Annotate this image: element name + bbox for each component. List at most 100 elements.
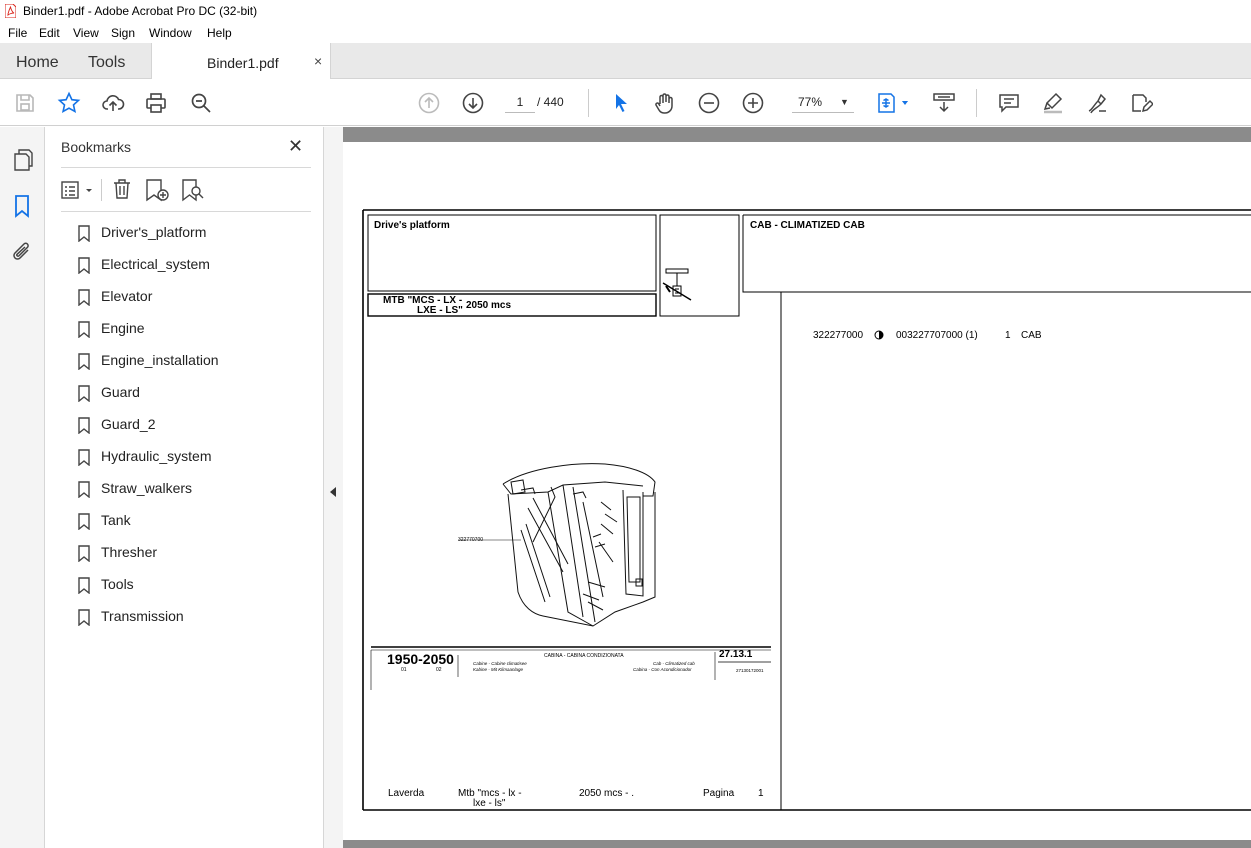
footer-code: 2050 mcs - . <box>579 788 635 799</box>
bookmark-item[interactable]: Electrical_system <box>78 254 308 278</box>
bookmark-label: Elevator <box>101 288 153 304</box>
part-desc: CAB <box>1021 330 1042 341</box>
bookmark-icon <box>78 449 90 466</box>
footer-model-2: lxe - ls" <box>473 798 506 809</box>
menu-sign[interactable]: Sign <box>111 26 135 40</box>
collapse-arrow-icon[interactable] <box>330 487 336 497</box>
delete-bookmark-icon[interactable] <box>112 178 132 200</box>
sign-icon[interactable] <box>1085 91 1109 115</box>
menu-view[interactable]: View <box>73 26 99 40</box>
titleblock-code: 27130172001 <box>736 668 764 673</box>
pdf-file-icon <box>5 4 16 18</box>
titleblock-sub-right-2: Cabina - Con Acondicionador <box>633 667 692 672</box>
bookmark-icon <box>78 321 90 338</box>
footer-page-num: 1 <box>758 788 764 799</box>
edit-icon[interactable] <box>1129 91 1155 115</box>
bookmarks-title: Bookmarks <box>61 139 132 155</box>
bookmark-label: Guard <box>101 384 140 400</box>
tab-document[interactable]: Binder1.pdf × <box>151 43 331 80</box>
page-down-icon[interactable] <box>461 91 485 115</box>
titleblock-num1: 01 <box>401 667 407 673</box>
new-bookmark-icon[interactable] <box>145 178 171 202</box>
menu-window[interactable]: Window <box>149 26 192 40</box>
zoom-out-icon[interactable] <box>697 91 721 115</box>
hand-icon[interactable] <box>653 91 677 115</box>
bookmark-options-icon[interactable] <box>61 180 95 200</box>
select-cursor-icon[interactable] <box>609 91 633 115</box>
model-line-2: LXE - LS" <box>417 305 463 316</box>
bookmark-icon <box>78 513 90 530</box>
part-ref: 322277000 <box>813 330 864 341</box>
bookmark-item[interactable]: Elevator <box>78 286 308 310</box>
chevron-down-icon: ▼ <box>840 97 849 107</box>
part-code: 003227707000 (1) <box>896 330 978 341</box>
bookmark-label: Tank <box>101 512 131 528</box>
panel-splitter[interactable] <box>324 127 343 848</box>
save-icon[interactable] <box>13 91 37 115</box>
titleblock-sub-left-2: Kabine - Mit Klimaanlage <box>473 667 524 672</box>
menu-file[interactable]: File <box>8 26 27 40</box>
zoom-in-icon[interactable] <box>741 91 765 115</box>
bookmark-item[interactable]: Tools <box>78 574 308 598</box>
tab-home[interactable]: Home <box>16 54 59 72</box>
page-up-icon[interactable] <box>417 91 441 115</box>
bookmark-icon <box>78 353 90 370</box>
bookmark-item[interactable]: Driver's_platform <box>78 222 308 246</box>
tab-tools[interactable]: Tools <box>88 54 125 72</box>
page-frame <box>362 209 1251 811</box>
document-viewport[interactable]: Drive's platform MTB "MCS - LX - LXE - L… <box>343 127 1251 848</box>
titleblock-num2: 02 <box>436 667 442 673</box>
page-number-input[interactable]: 1 <box>505 91 535 113</box>
bookmark-item[interactable]: Transmission <box>78 606 308 630</box>
close-panel-icon[interactable]: ✕ <box>288 136 303 157</box>
page-thumbnails-icon[interactable] <box>12 148 34 172</box>
divider <box>61 211 311 212</box>
bookmark-label: Straw_walkers <box>101 480 193 496</box>
bookmark-item[interactable]: Thresher <box>78 542 308 566</box>
bookmark-item[interactable]: Guard_2 <box>78 414 308 438</box>
search-zoom-icon[interactable] <box>189 91 213 115</box>
titleblock-sub-right-1: Cab - Climatized cab <box>653 661 695 666</box>
bookmark-label: Transmission <box>101 608 184 624</box>
titleblock-model: 1950-2050 <box>387 651 454 667</box>
bookmark-panel-icon[interactable] <box>14 194 30 218</box>
upload-icon[interactable] <box>101 91 125 115</box>
bookmark-item[interactable]: Engine_installation <box>78 350 308 374</box>
find-bookmark-icon[interactable] <box>181 178 205 202</box>
highlight-icon[interactable] <box>1041 91 1065 115</box>
bookmark-icon <box>78 257 90 274</box>
zoom-level-value: 77% <box>798 95 823 109</box>
left-navigation-rail <box>0 127 45 848</box>
attachment-icon[interactable] <box>11 240 33 264</box>
bookmark-item[interactable]: Straw_walkers <box>78 478 308 502</box>
bookmark-icon <box>78 609 90 626</box>
cab-drawing <box>458 463 656 627</box>
part-symbol <box>662 268 692 301</box>
scroll-mode-icon[interactable] <box>932 91 956 115</box>
zoom-level-select[interactable]: 77% ▼ <box>792 91 854 113</box>
bookmark-item[interactable]: Engine <box>78 318 308 342</box>
titleblock-sub-left-1: Cabine - Cabine climatisee <box>473 661 527 666</box>
bookmark-label: Driver's_platform <box>101 224 207 240</box>
bookmark-icon <box>78 481 90 498</box>
tab-bar: Home Tools Binder1.pdf × <box>0 43 1251 80</box>
bookmark-label: Electrical_system <box>101 256 210 272</box>
menu-help[interactable]: Help <box>207 26 232 40</box>
bookmark-label: Engine_installation <box>101 352 219 368</box>
page-total: / 440 <box>537 95 564 109</box>
print-icon[interactable] <box>144 91 168 115</box>
bookmark-icon <box>78 417 90 434</box>
header-group-title: CAB - CLIMATIZED CAB <box>750 220 865 231</box>
star-icon[interactable] <box>57 91 81 115</box>
divider <box>61 167 311 168</box>
bookmark-item[interactable]: Guard <box>78 382 308 406</box>
bookmark-item[interactable]: Tank <box>78 510 308 534</box>
title-bar: Binder1.pdf - Adobe Acrobat Pro DC (32-b… <box>0 0 1251 23</box>
comment-icon[interactable] <box>997 91 1021 115</box>
fit-page-icon[interactable] <box>876 91 912 115</box>
divider <box>101 179 102 201</box>
menu-bar: File Edit View Sign Window Help <box>0 23 1251 43</box>
bookmark-item[interactable]: Hydraulic_system <box>78 446 308 470</box>
menu-edit[interactable]: Edit <box>39 26 60 40</box>
tab-close-icon[interactable]: × <box>314 53 322 69</box>
